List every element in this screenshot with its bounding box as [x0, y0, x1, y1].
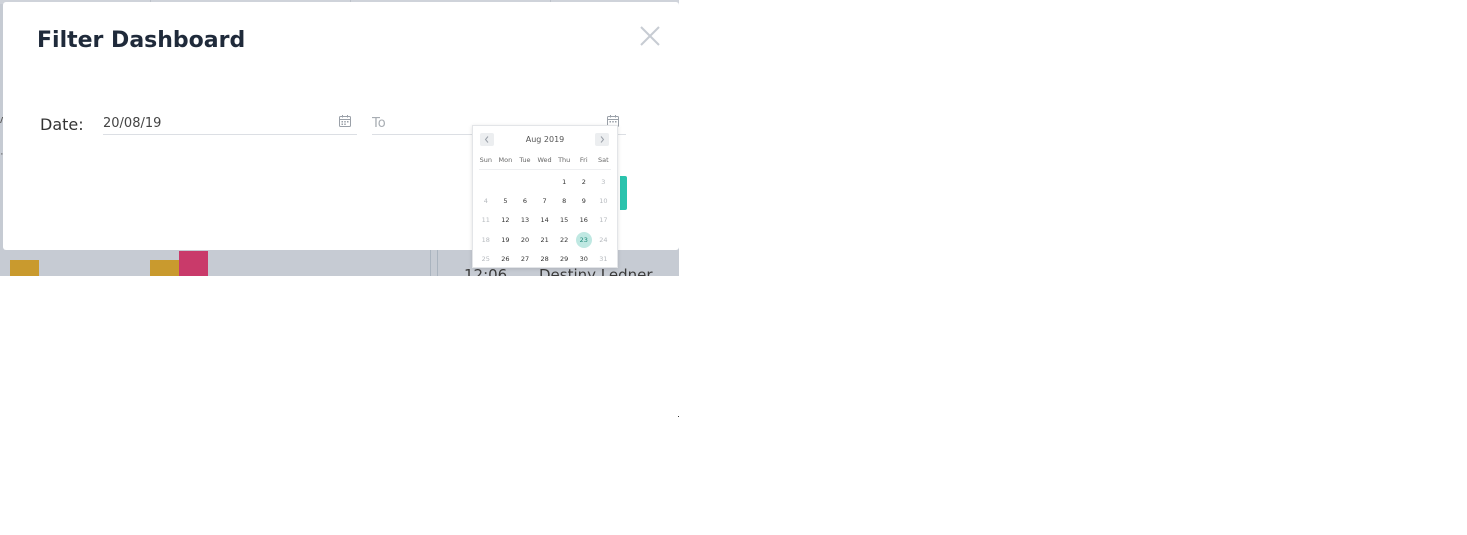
calendar-day-number: 12 [501, 216, 510, 225]
weekday-label: Sat [598, 156, 609, 164]
calendar-day[interactable]: 13 [515, 216, 535, 224]
calendar-day-number: 31 [599, 255, 608, 264]
calendar-day[interactable]: 15 [554, 216, 574, 224]
calendar-day-number: 8 [562, 197, 567, 206]
calendar-day-number: 29 [560, 255, 569, 264]
calendar-week-row: 1 2 3 [476, 172, 614, 191]
calendar-day-number: 22 [560, 235, 569, 244]
calendar-day[interactable]: 24 [594, 236, 614, 244]
calendar-day[interactable]: 27 [515, 255, 535, 263]
background-column-divider [430, 250, 438, 276]
calendar-day-number: 13 [520, 216, 530, 225]
calendar-day-selected[interactable]: 23 [574, 231, 594, 248]
weekday-label: Mon [498, 156, 513, 164]
date-from-input[interactable] [103, 112, 357, 135]
calendar-day-number: 11 [481, 216, 490, 225]
calendar-day-number: 19 [501, 235, 510, 244]
calendar-day-number: 28 [540, 255, 549, 264]
calendar-day-number: 4 [483, 197, 488, 206]
calendar-day[interactable]: 19 [496, 236, 516, 244]
calendar-week-row: 25 26 27 28 29 30 31 [476, 250, 614, 269]
calendar-day[interactable]: 16 [574, 216, 594, 224]
calendar-divider [479, 169, 611, 170]
calendar-weekday-header: Sun Mon Tue Wed Thu Fri Sat [476, 156, 614, 164]
calendar-day[interactable]: 5 [496, 197, 516, 205]
calendar-day[interactable]: 7 [535, 197, 555, 205]
calendar-day[interactable]: 25 [476, 255, 496, 263]
calendar-day-number: 10 [599, 197, 608, 206]
calendar-day[interactable]: 12 [496, 216, 516, 224]
calendar-day[interactable]: 6 [515, 197, 535, 205]
calendar-day[interactable]: 30 [574, 255, 594, 263]
calendar-day-number: 24 [599, 235, 608, 244]
calendar-day[interactable]: 10 [594, 197, 614, 205]
calendar-day[interactable]: 8 [554, 197, 574, 205]
calendar-day-number: 7 [542, 197, 547, 206]
calendar-day[interactable]: 21 [535, 236, 555, 244]
calendar-day-number: 3 [601, 177, 606, 186]
calendar-day-number: 6 [522, 197, 528, 206]
calendar-day[interactable]: 22 [554, 236, 574, 244]
background-chart-bar [10, 260, 39, 276]
calendar-day[interactable]: 4 [476, 197, 496, 205]
calendar-day-number: 27 [520, 255, 530, 264]
modal-title: Filter Dashboard [37, 28, 246, 53]
stray-pixel [678, 416, 679, 417]
calendar-day[interactable]: 18 [476, 236, 496, 244]
close-icon[interactable] [637, 23, 663, 49]
calendar-day-number: 26 [501, 255, 510, 264]
calendar-day[interactable]: 11 [476, 216, 496, 224]
calendar-day[interactable]: 3 [594, 178, 614, 186]
calendar-day-number: 30 [579, 255, 588, 264]
calendar-week-row: 4 5 6 7 8 9 10 [476, 191, 614, 210]
calendar-day[interactable]: 2 [574, 178, 594, 186]
calendar-day-number: 20 [520, 235, 530, 244]
calendar-day[interactable]: 1 [554, 178, 574, 186]
calendar-day-grid: 1 2 3 4 5 6 7 8 9 10 11 12 13 14 15 16 17 18 19 20 21 22 23 24 2… [476, 172, 614, 269]
calendar-week-row: 18 19 20 21 22 23 24 [476, 230, 614, 249]
calendar-day-number: 16 [579, 216, 588, 225]
calendar-day-number: 17 [599, 216, 608, 225]
calendar-day-number: 5 [503, 197, 508, 206]
calendar-day-number: 25 [481, 255, 490, 264]
weekday-label: Sun [479, 156, 492, 164]
calendar-day[interactable]: 28 [535, 255, 555, 263]
calendar-day[interactable]: 9 [574, 197, 594, 205]
calendar-day-number: 9 [581, 197, 586, 206]
calendar-icon[interactable] [338, 114, 352, 128]
background-chart-bar [150, 260, 179, 276]
calendar-day-number: 18 [481, 235, 490, 244]
weekday-label: Fri [579, 156, 588, 164]
calendar-day[interactable]: 29 [554, 255, 574, 263]
calendar-day-number: 1 [562, 177, 567, 186]
weekday-label: Tue [519, 156, 531, 164]
calendar-week-row: 11 12 13 14 15 16 17 [476, 211, 614, 230]
calendar-day[interactable]: 31 [594, 255, 614, 263]
calendar-day-number: 2 [581, 177, 586, 186]
calendar-day[interactable]: 17 [594, 216, 614, 224]
weekday-label: Thu [558, 156, 571, 164]
date-label: Date: [40, 115, 84, 134]
apply-filter-button[interactable] [620, 176, 627, 210]
calendar-day[interactable]: 26 [496, 255, 516, 263]
background-chart-bar [179, 251, 208, 276]
calendar-day-number: 15 [560, 216, 569, 225]
calendar-day[interactable]: 14 [535, 216, 555, 224]
app-background: 12:06 Destiny Ledner ʌ · Filter Dashboar… [0, 0, 679, 276]
calendar-day-number: 21 [540, 235, 549, 244]
calendar-day-number: 14 [540, 216, 549, 225]
date-picker-calendar: Aug 2019 Sun Mon Tue Wed Thu Fri Sat 123… [472, 125, 618, 268]
calendar-day[interactable]: 20 [515, 236, 535, 244]
chevron-right-icon[interactable] [595, 133, 609, 146]
calendar-day-number: 23 [579, 235, 588, 244]
weekday-label: Wed [537, 156, 552, 164]
